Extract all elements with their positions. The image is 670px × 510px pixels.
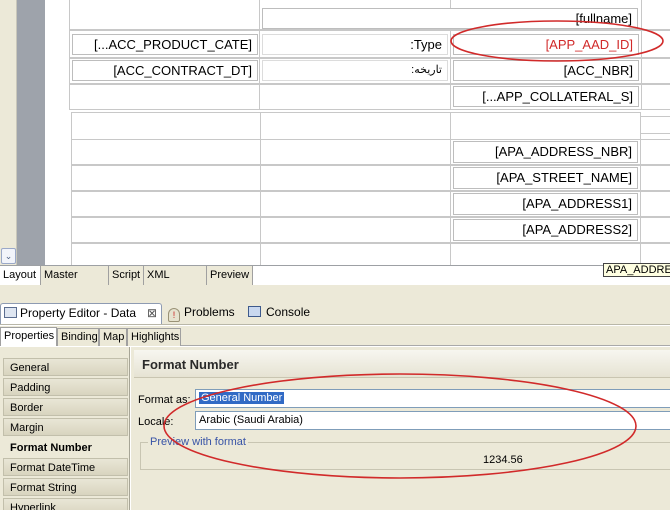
nav-border[interactable]: Border — [3, 398, 128, 416]
tab-preview[interactable]: Preview — [207, 266, 253, 285]
problems-icon: ! — [168, 308, 180, 322]
grid-cell[interactable] — [71, 191, 261, 217]
console-tab[interactable]: Console — [248, 303, 310, 324]
subtab-binding[interactable]: Binding — [57, 328, 99, 346]
grid-cell[interactable] — [640, 139, 670, 165]
field-tooltip: APA_ADDRESS — [603, 263, 670, 277]
grid-cell[interactable] — [260, 243, 451, 265]
report-layout-canvas[interactable]: ⌄ [fullname] [...ACC_PRODUCT_CATE] :Type… — [0, 0, 670, 265]
nav-margin[interactable]: Margin — [3, 418, 128, 436]
grid-cell[interactable] — [450, 243, 641, 265]
nav-padding[interactable]: Padding — [3, 378, 128, 396]
format-as-value: General Number — [199, 392, 285, 404]
address-nbr-field[interactable]: [APA_ADDRESS_NBR] — [453, 141, 638, 163]
problems-tab[interactable]: ! Problems — [168, 303, 235, 324]
format-as-combo[interactable]: General Number — [195, 389, 670, 408]
nav-general[interactable]: General — [3, 358, 128, 376]
fullname-field[interactable]: [fullname] — [262, 8, 638, 29]
section-header: Format Number — [134, 350, 670, 378]
grid-cell[interactable] — [640, 217, 670, 243]
preview-value: 1234.56 — [483, 454, 523, 466]
editor-tab-bar: Layout Master Page Script XML Source Pre… — [0, 265, 670, 299]
locale-label: Locale: — [138, 416, 174, 428]
contract-dt-field[interactable]: [ACC_CONTRACT_DT] — [72, 60, 258, 81]
vertical-scrollbar[interactable]: ⌄ — [0, 0, 17, 265]
grid-cell[interactable] — [71, 139, 261, 165]
grid-cell[interactable] — [640, 116, 670, 134]
type-label[interactable]: :Type — [262, 34, 448, 55]
address1-field[interactable]: [APA_ADDRESS1] — [453, 193, 638, 215]
nav-hyperlink[interactable]: Hyperlink — [3, 498, 128, 510]
page-margin — [17, 0, 45, 265]
grid-cell[interactable] — [640, 191, 670, 217]
property-sub-tabs: Properties Binding Map Highlights — [0, 326, 670, 346]
nav-format-datetime[interactable]: Format DateTime — [3, 458, 128, 476]
grid-cell[interactable] — [641, 0, 670, 30]
grid-cell[interactable] — [260, 165, 451, 191]
nav-format-string[interactable]: Format String — [3, 478, 128, 496]
console-label: Console — [266, 305, 311, 319]
subtab-map[interactable]: Map — [99, 328, 127, 346]
grid-cell[interactable] — [260, 139, 451, 165]
grid-cell[interactable] — [640, 243, 670, 265]
tab-xml-source[interactable]: XML Source — [144, 266, 207, 299]
grid-cell[interactable] — [641, 84, 670, 110]
subtab-highlights[interactable]: Highlights — [127, 328, 181, 346]
acc-nbr-field[interactable]: [ACC_NBR] — [453, 60, 639, 81]
grid-cell[interactable] — [71, 112, 261, 140]
app-aad-id-field[interactable]: [APP_AAD_ID] — [453, 34, 639, 55]
grid-cell[interactable] — [641, 58, 670, 84]
scroll-down-button[interactable]: ⌄ — [1, 248, 16, 264]
grid-cell[interactable] — [640, 165, 670, 191]
section-title: Format Number — [142, 357, 239, 372]
subtab-properties[interactable]: Properties — [0, 327, 57, 346]
view-tab-bar: Property Editor - Data ⊠ ! Problems Conso… — [0, 300, 670, 325]
grid-cell[interactable] — [71, 165, 261, 191]
property-category-list: General Padding Border Margin Format Num… — [0, 347, 130, 510]
preview-group: Preview with format 1234.56 — [140, 435, 670, 470]
format-number-panel: Format Number Format as: General Number … — [131, 347, 670, 510]
grid-cell[interactable] — [641, 30, 670, 58]
grid-cell[interactable] — [450, 112, 641, 140]
address2-field[interactable]: [APA_ADDRESS2] — [453, 219, 638, 241]
tab-layout[interactable]: Layout — [0, 266, 41, 285]
grid-cell[interactable] — [260, 217, 451, 243]
preview-label: Preview with format — [148, 435, 248, 449]
tab-master-page[interactable]: Master Page — [41, 266, 109, 299]
grid-cell[interactable] — [69, 0, 260, 30]
format-as-label: Format as: — [138, 394, 191, 406]
street-name-field[interactable]: [APA_STREET_NAME] — [453, 167, 638, 189]
property-editor-label: Property Editor - Data — [20, 306, 137, 320]
property-editor-icon — [4, 307, 17, 318]
property-editor-tab[interactable]: Property Editor - Data ⊠ — [0, 303, 162, 324]
collateral-field[interactable]: [...APP_COLLATERAL_S] — [453, 86, 639, 107]
sash[interactable] — [0, 285, 670, 300]
grid-cell[interactable] — [71, 243, 261, 265]
close-icon[interactable]: ⊠ — [147, 304, 157, 323]
product-cate-field[interactable]: [...ACC_PRODUCT_CATE] — [72, 34, 258, 55]
console-icon — [248, 306, 261, 317]
locale-combo[interactable]: Arabic (Saudi Arabia) — [195, 411, 670, 430]
date-label[interactable]: :تاريخه — [262, 60, 448, 81]
grid-cell[interactable] — [259, 84, 451, 110]
grid-cell[interactable] — [260, 191, 451, 217]
problems-label: Problems — [184, 305, 235, 319]
nav-format-number[interactable]: Format Number — [3, 438, 128, 456]
tab-script[interactable]: Script — [109, 266, 144, 285]
grid-cell[interactable] — [69, 84, 260, 110]
grid-cell[interactable] — [71, 217, 261, 243]
grid-cell[interactable] — [260, 112, 451, 140]
